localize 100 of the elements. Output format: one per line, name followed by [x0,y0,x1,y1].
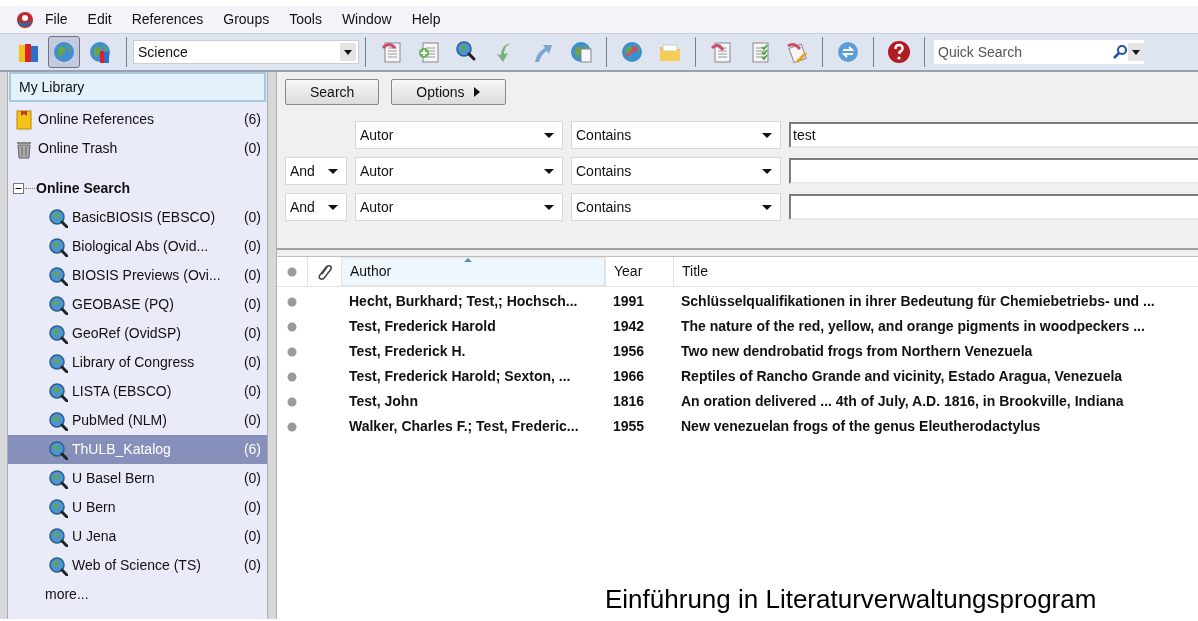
connector-dropdown[interactable]: And [285,157,347,185]
globe-search-icon [48,207,68,228]
globe-search-icon [48,381,68,402]
title-cell-text: The nature of the red, yellow, and orange pigments in woodpeckers ... [680,317,1146,336]
menu-item[interactable]: Help [401,9,451,30]
item-label: GEOBASE (PQ) [72,295,175,314]
style-dropdown[interactable]: Science [133,40,359,64]
item-count: (0) [242,324,261,343]
triangle-right-icon [472,86,481,98]
caret-icon [544,204,554,210]
sidebar-item[interactable]: U Basel Bern (0) [8,464,267,493]
unread-dot-icon [287,371,297,382]
app-logo-icon [15,9,35,30]
sidebar-item[interactable]: Biological Abs (Ovid... (0) [8,232,267,261]
menu-item[interactable]: File [35,9,78,30]
sidebar-item[interactable]: GeoRef (OvidSP) (0) [8,319,267,348]
title-cell-text: Reptiles of Rancho Grande and vicinity, Estado Aragua, Venezuela [680,367,1124,386]
quick-search-box[interactable]: Quick Search [934,40,1144,64]
year-cell-text: 1942 [612,317,646,336]
sidebar-item[interactable]: BIOSIS Previews (Ovi... (0) [8,261,267,290]
search-term-field[interactable]: test [789,122,1198,148]
search-term-field[interactable] [789,158,1198,184]
sidebar-item[interactable]: Online Trash (0) [8,134,267,163]
year-cell-text: 1955 [612,417,646,436]
unread-dot-icon [287,346,297,357]
globe-document-icon[interactable] [569,40,593,64]
collapse-icon[interactable] [13,182,24,194]
caret-icon[interactable] [1128,43,1144,61]
year-cell-text: 1966 [612,367,646,386]
read-status-icon[interactable] [287,266,297,277]
item-count: (0) [242,527,261,546]
library-header[interactable]: My Library [9,72,266,102]
caret-icon [328,168,338,174]
operator-dropdown[interactable]: Contains [571,121,781,149]
unread-dot-icon [287,321,297,332]
globe-search-icon [48,439,68,460]
field-dropdown[interactable]: Autor [355,193,563,221]
sidebar-item[interactable]: Web of Science (TS) (0) [8,551,267,580]
sync-icon[interactable] [836,40,860,64]
caret-icon [328,204,338,210]
globe-search-icon [48,294,68,315]
copy-documents-icon[interactable] [379,40,403,64]
sidebar-item[interactable]: U Bern (0) [8,493,267,522]
caret-icon [762,204,772,210]
sidebar-item[interactable]: BasicBIOSIS (EBSCO) (0) [8,203,267,232]
item-count: (0) [242,498,261,517]
sort-ascending-icon[interactable] [464,258,472,262]
menu-item[interactable]: Groups [213,9,280,30]
menu-item[interactable]: Window [331,9,402,30]
search-icon[interactable] [1112,44,1128,60]
sidebar-item[interactable]: U Jena (0) [8,522,267,551]
operator-dropdown[interactable]: Contains [571,157,781,185]
item-label: LISTA (EBSCO) [72,382,173,401]
item-label: Online Trash [38,139,119,158]
operator-dropdown[interactable]: Contains [571,193,781,221]
menu-item[interactable]: Tools [279,9,332,30]
connector-dropdown[interactable]: And [285,193,347,221]
item-count: (0) [242,411,261,430]
year-cell-text: 1956 [612,342,646,361]
caret-icon [544,132,554,138]
folder-icon [14,109,34,130]
menu-item[interactable]: References [121,9,214,30]
item-label: ThULB_Katalog [72,440,172,459]
year-cell-text: 1991 [612,292,646,311]
unread-dot-icon [287,396,297,407]
search-term-field[interactable] [789,194,1198,220]
document-arrow-icon[interactable] [709,40,733,64]
sidebar-item[interactable]: Online References (6) [8,105,267,134]
title-cell-text: New venezuelan frogs of the genus Eleutherodactylus [680,417,1042,436]
column-header[interactable]: Title [673,257,1198,286]
add-document-icon[interactable] [417,40,441,64]
column-header[interactable]: Year [605,257,673,286]
search-button[interactable]: Search [285,79,380,105]
item-count: (0) [242,208,261,227]
menu-item[interactable]: Edit [77,9,122,30]
sidebar-item[interactable]: GEOBASE (PQ) (0) [8,290,267,319]
field-dropdown[interactable]: Autor [355,121,563,149]
author-cell-text: Test, Frederick Harold [348,317,497,336]
sidebar-item[interactable]: LISTA (EBSCO) (0) [8,377,267,406]
globe-search-icon [48,497,68,518]
unread-dot-icon [287,421,297,432]
title-cell-text: An oration delivered ... 4th of July, A.D. 1816, in Brookville, Indiana [680,392,1125,411]
sidebar-item[interactable]: PubMed (NLM) (0) [8,406,267,435]
sidebar-item[interactable]: Library of Congress (0) [8,348,267,377]
group-label[interactable]: Online Search [36,177,131,199]
column-header[interactable]: Author [341,257,605,286]
globe-search-icon [48,352,68,373]
quick-search-field[interactable]: Quick Search [934,41,1112,63]
caret-icon [762,168,772,174]
library-mode-button[interactable] [48,36,80,68]
caret-icon [544,168,554,174]
globe-icon [52,40,76,64]
item-count: (0) [242,469,261,488]
help-icon[interactable] [887,40,911,64]
item-label: BasicBIOSIS (EBSCO) [72,208,217,227]
field-dropdown[interactable]: Autor [355,157,563,185]
more-link[interactable]: more... [45,584,89,605]
options-button[interactable]: Options [391,79,506,105]
item-label: GeoRef (OvidSP) [72,324,182,343]
globe-search-icon [48,526,68,547]
